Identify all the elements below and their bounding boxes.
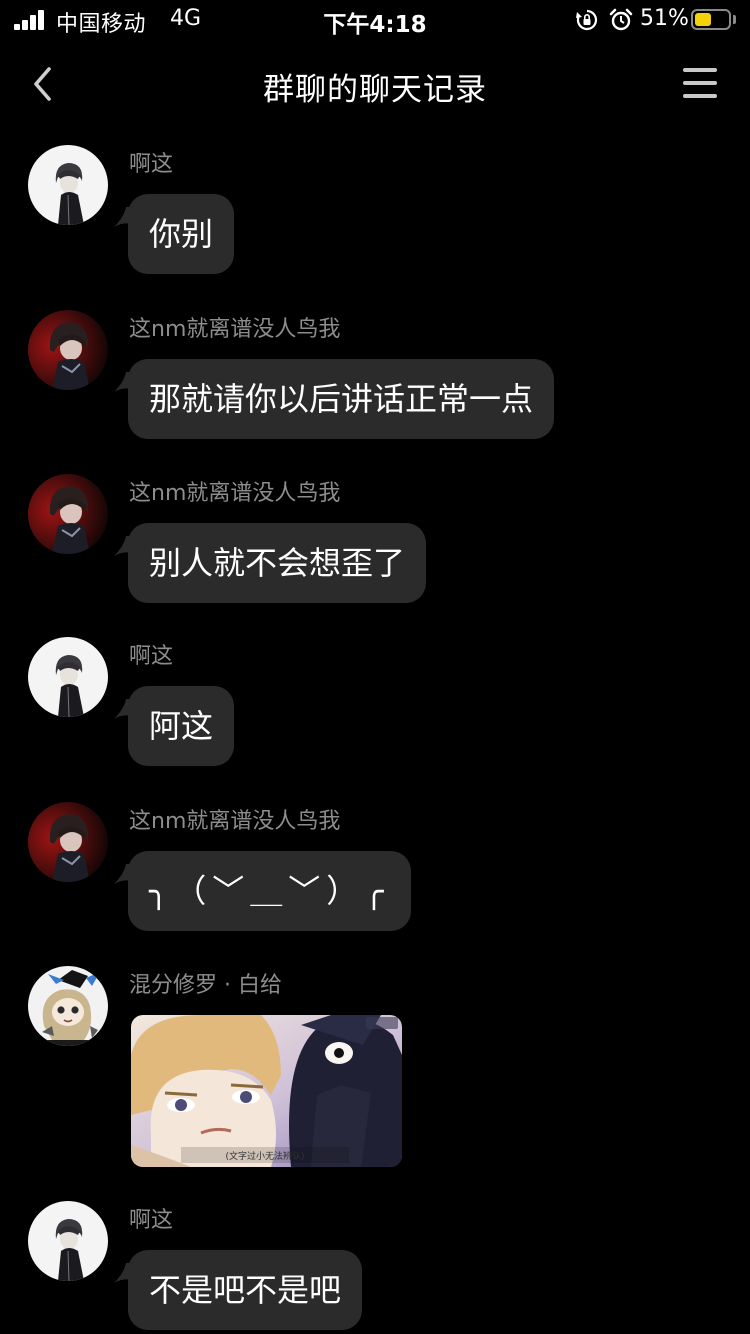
message-bubble[interactable]: 你别 (128, 194, 235, 274)
rotation-lock-icon (576, 9, 598, 31)
image-message[interactable]: (文字过小无法辨认) (131, 1015, 402, 1167)
battery-icon (691, 9, 731, 30)
menu-button[interactable] (680, 66, 720, 102)
avatar[interactable] (28, 637, 108, 717)
sender-name: 混分修罗 · 白给 (129, 973, 282, 998)
avatar[interactable] (28, 310, 108, 390)
status-bar: 中国移动 4G 下午4:18 51% (0, 0, 750, 40)
page-title: 群聊的聊天记录 (263, 72, 487, 108)
message-bubble[interactable]: 别人就不会想歪了 (128, 523, 427, 603)
message-bubble[interactable]: 那就请你以后讲话正常一点 (128, 359, 555, 439)
alarm-icon (609, 8, 633, 31)
avatar[interactable] (28, 474, 108, 554)
sender-name: 啊这 (129, 152, 174, 177)
battery-percentage: 51% (640, 6, 689, 31)
sender-name: 这nm就离谱没人鸟我 (129, 809, 341, 834)
avatar[interactable] (28, 802, 108, 882)
sender-name: 啊这 (129, 644, 174, 669)
avatar[interactable] (28, 145, 108, 225)
battery-cap (733, 15, 736, 24)
avatar[interactable] (28, 1201, 108, 1281)
message-bubble[interactable]: 不是吧不是吧 (128, 1250, 363, 1330)
nav-bar: 群聊的聊天记录 (0, 40, 750, 128)
avatar[interactable] (28, 966, 108, 1046)
sender-name: 啊这 (129, 1208, 174, 1233)
message-bubble[interactable]: 阿这 (128, 686, 235, 766)
sender-name: 这nm就离谱没人鸟我 (129, 317, 341, 342)
sender-name: 这nm就离谱没人鸟我 (129, 481, 341, 506)
status-time: 下午4:18 (323, 12, 427, 38)
battery-level-fill (695, 13, 711, 26)
image-caption: (文字过小无法辨认) (225, 1150, 304, 1162)
message-bubble[interactable]: ╮（﹀＿﹀）╭ (128, 851, 411, 931)
